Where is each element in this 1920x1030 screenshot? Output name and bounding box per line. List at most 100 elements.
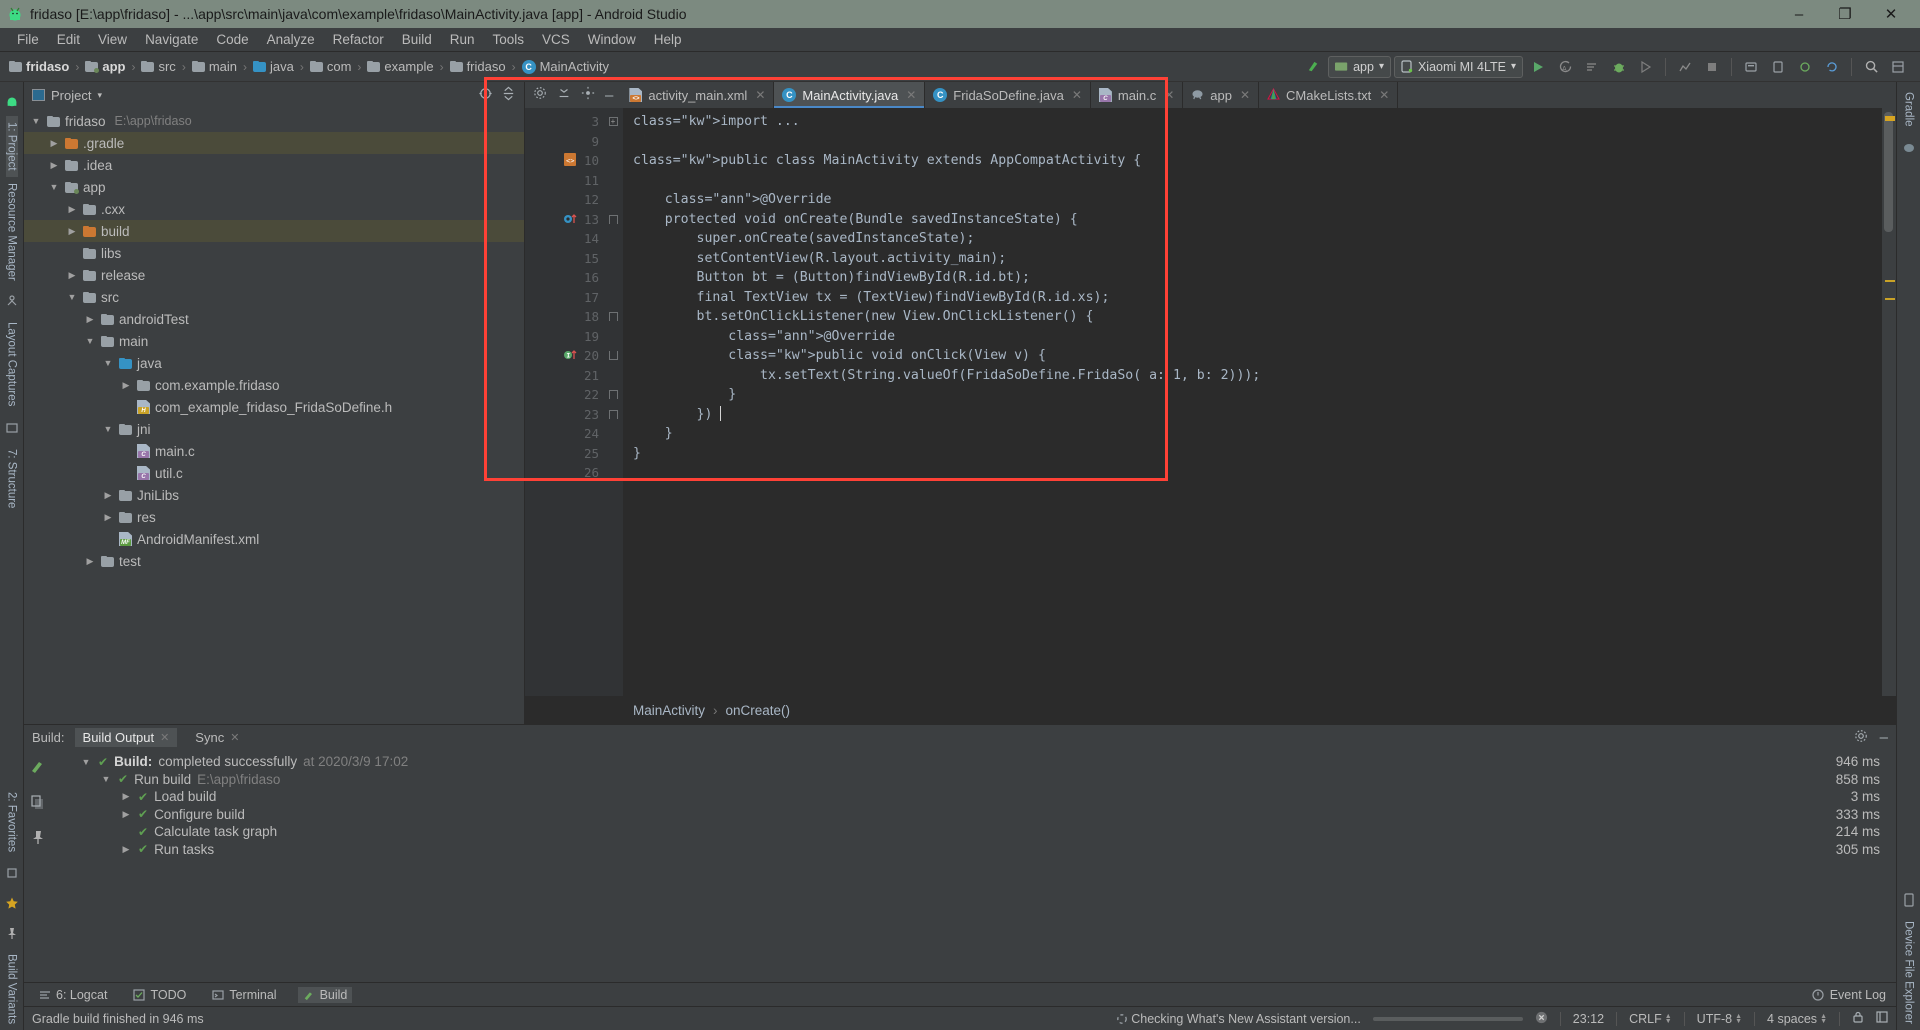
code-line[interactable]: class="kw">public class MainActivity ext… [633,151,1882,171]
chevron-right-icon[interactable]: ▶ [102,490,114,501]
stop-button[interactable] [1700,55,1724,79]
breadcrumb-class[interactable]: MainActivity [633,703,705,718]
chevron-down-icon[interactable]: ▼ [102,358,114,368]
menu-run[interactable]: Run [441,30,484,49]
tree-item-release[interactable]: ▶release [24,264,524,286]
debug-button[interactable] [1607,55,1631,79]
fold-handle[interactable] [603,268,623,288]
project-tree[interactable]: ▼fridasoE:\app\fridaso▶.gradle▶.idea▼app… [24,108,524,724]
chevron-down-icon[interactable]: ▼ [66,292,78,302]
tree-item-main[interactable]: ▼main [24,330,524,352]
fold-handle[interactable] [603,249,623,269]
tree-item-test[interactable]: ▶test [24,550,524,572]
scrollbar-thumb[interactable] [1884,112,1893,232]
sdk-manager-icon[interactable] [1739,55,1763,79]
line-number[interactable]: 20I [537,346,603,366]
editor-tab-mainactivity-java[interactable]: CMainActivity.java✕ [774,82,925,108]
sidebar-item-gradle[interactable]: Gradle [1903,86,1915,133]
fold-handle[interactable] [603,424,623,444]
sidebar-item-device-file-explorer[interactable]: Device File Explorer [1903,915,1915,1030]
close-icon[interactable]: ✕ [1379,88,1389,102]
chevron-right-icon[interactable]: ▶ [102,512,114,523]
code-line[interactable]: }) [633,405,1882,425]
close-icon[interactable]: ✕ [755,88,765,102]
collapse-all-icon[interactable] [501,86,516,104]
code-line[interactable]: setContentView(R.layout.activity_main); [633,249,1882,269]
tree-item-jnilibs[interactable]: ▶JniLibs [24,484,524,506]
minimize-button[interactable]: – [1776,0,1822,28]
tree-item-res[interactable]: ▶res [24,506,524,528]
tree-item-java[interactable]: ▼java [24,352,524,374]
chevron-down-icon[interactable]: ▾ [97,90,102,101]
tree-item-com-example-fridaso-fridasodefine-h[interactable]: ▶Hcom_example_fridaso_FridaSoDefine.h [24,396,524,418]
line-number[interactable]: 3 [537,112,603,132]
chevron-right-icon[interactable]: ▶ [120,809,132,820]
tool-window-todo[interactable]: TODO [128,987,191,1003]
layout-captures-icon[interactable] [2,417,22,439]
code-folding-column[interactable]: + [603,108,623,696]
line-number-gutter[interactable]: 3910<>11121314151617181920I212223242526 [537,108,603,696]
line-number[interactable]: 17 [537,288,603,308]
apply-changes-icon[interactable]: A [1553,55,1577,79]
chevron-down-icon[interactable]: ▼ [100,774,112,784]
fold-handle[interactable] [603,327,623,347]
lock-icon[interactable] [1852,1011,1864,1027]
close-icon[interactable]: ✕ [906,88,916,102]
line-number[interactable]: 9 [537,132,603,152]
fold-collapse-icon[interactable] [609,390,618,399]
menu-analyze[interactable]: Analyze [258,30,324,49]
build-output-row[interactable]: ✔Calculate task graph214 ms [52,823,1896,841]
sidebar-item-structure[interactable]: 7: Structure [6,443,18,514]
editor-tab-main-c[interactable]: Cmain.c✕ [1091,82,1183,108]
apply-code-changes-icon[interactable] [1580,55,1604,79]
attach-debugger-icon[interactable] [1793,55,1817,79]
menu-build[interactable]: Build [393,30,441,49]
tool-window-logcat[interactable]: 6: Logcat [34,987,112,1003]
fold-handle[interactable]: + [603,112,623,132]
preferences-icon[interactable] [581,86,595,105]
code-line[interactable] [633,171,1882,191]
tab-sync[interactable]: Sync ✕ [187,728,247,747]
code-line[interactable]: super.onCreate(savedInstanceState); [633,229,1882,249]
code-line[interactable]: class="kw">import ... [633,112,1882,132]
tool-window-terminal[interactable]: Terminal [207,987,281,1003]
fold-handle[interactable] [603,171,623,191]
tree-item-jni[interactable]: ▼jni [24,418,524,440]
code-line[interactable]: } [633,424,1882,444]
code-line[interactable]: } [633,444,1882,464]
crumb-java[interactable]: java [248,57,299,76]
pin-icon[interactable] [2,922,22,944]
stop-task-icon[interactable] [1535,1011,1548,1027]
tree-item-androidtest[interactable]: ▶androidTest [24,308,524,330]
tab-build-output[interactable]: Build Output ✕ [75,728,178,747]
settings-gear-icon[interactable] [533,86,547,105]
close-icon[interactable]: ✕ [230,731,239,744]
tree-item-src[interactable]: ▼src [24,286,524,308]
menu-navigate[interactable]: Navigate [136,30,207,49]
line-number[interactable]: 21 [537,366,603,386]
code-line[interactable]: protected void onCreate(Bundle savedInst… [633,210,1882,230]
sidebar-item-favorites[interactable]: 2: Favorites [6,786,18,858]
override-method-icon[interactable] [563,212,577,226]
line-number[interactable]: 11 [537,171,603,191]
code-line[interactable] [633,463,1882,483]
close-icon[interactable]: ✕ [1164,88,1174,102]
fold-handle[interactable] [603,346,623,366]
profiler-icon[interactable] [1673,55,1697,79]
chevron-down-icon[interactable]: ▼ [80,757,92,767]
chevron-right-icon[interactable]: ▶ [66,270,78,281]
tool-window-build[interactable]: Build [298,987,353,1003]
fold-handle[interactable] [603,132,623,152]
menu-window[interactable]: Window [579,30,645,49]
tree-item-app[interactable]: ▼app [24,176,524,198]
tree-item-androidmanifest-xml[interactable]: ▶MFAndroidManifest.xml [24,528,524,550]
line-number[interactable]: 15 [537,249,603,269]
code-editor[interactable]: 3910<>11121314151617181920I212223242526 … [525,108,1896,696]
fold-handle[interactable] [603,288,623,308]
layout-editor-icon[interactable] [1886,55,1910,79]
fold-handle[interactable] [603,463,623,483]
menu-view[interactable]: View [89,30,136,49]
resource-manager-icon[interactable] [2,290,22,312]
avd-manager-icon[interactable] [1766,55,1790,79]
crumb-fridaso[interactable]: fridaso [4,57,74,76]
